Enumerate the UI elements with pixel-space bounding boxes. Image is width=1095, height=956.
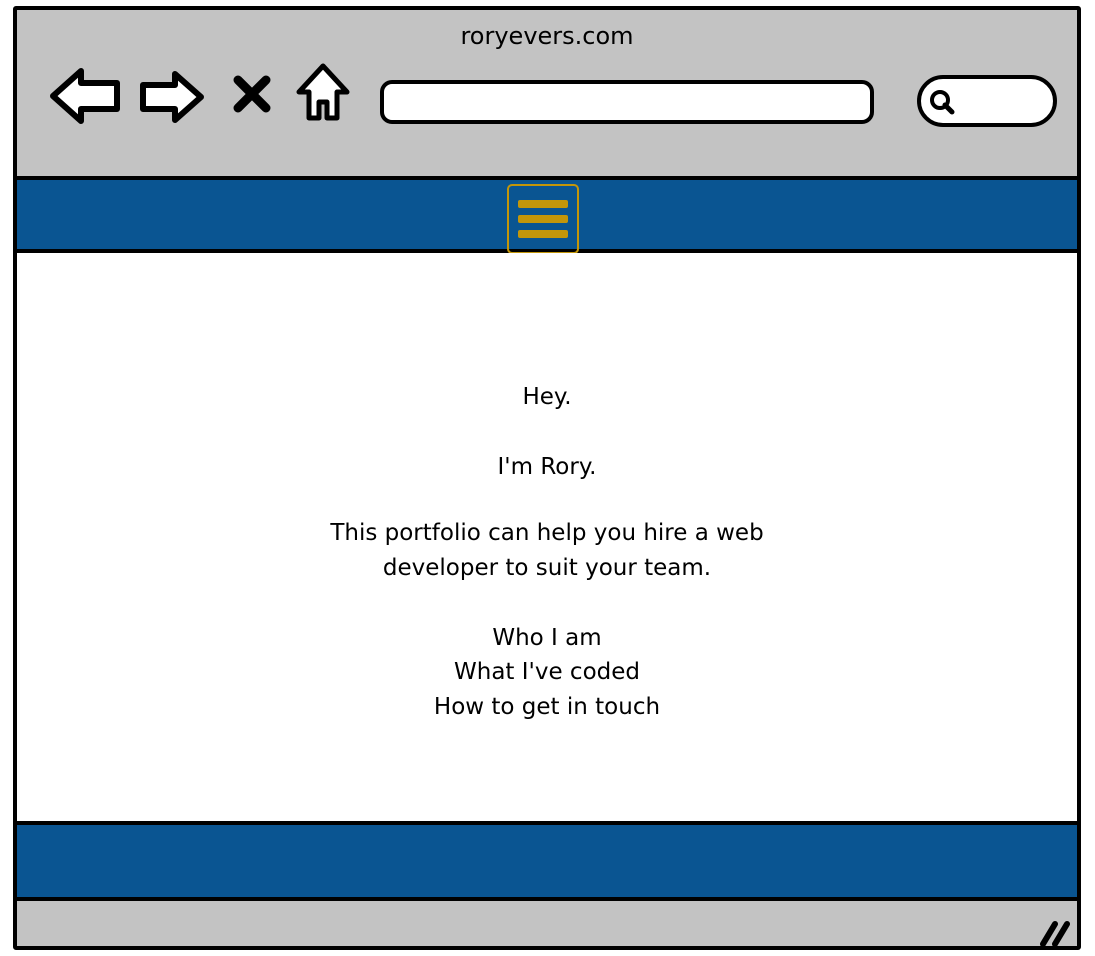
search-field[interactable] [917, 75, 1057, 127]
menu-bar [518, 200, 568, 208]
forward-arrow-icon[interactable] [137, 69, 207, 125]
menu-bar [518, 215, 568, 223]
get-in-touch-link[interactable]: How to get in touch [434, 694, 660, 720]
address-bar[interactable] [380, 80, 874, 124]
main-content: Hey. I'm Rory. This portfolio can help y… [17, 253, 1077, 821]
footer-bar [17, 821, 1077, 901]
description-line-2: developer to suit your team. [382, 555, 712, 581]
intro-text: I'm Rory. [497, 454, 597, 480]
description-line-1: This portfolio can help you hire a web [330, 520, 764, 546]
hamburger-menu-button[interactable] [507, 184, 579, 254]
home-icon[interactable] [293, 60, 353, 124]
menu-bar [518, 230, 568, 238]
what-ive-coded-link[interactable]: What I've coded [454, 659, 640, 685]
back-arrow-icon[interactable] [47, 65, 125, 127]
top-navbar [17, 176, 1077, 254]
resize-grip-icon[interactable] [1037, 918, 1071, 948]
stop-icon[interactable] [230, 72, 274, 116]
who-i-am-link[interactable]: Who I am [492, 625, 601, 651]
browser-window: roryevers.com Hey. I'm Rory. This portfo… [13, 6, 1081, 950]
window-title: roryevers.com [460, 22, 634, 50]
greeting-text: Hey. [522, 384, 572, 410]
search-icon [930, 90, 955, 115]
